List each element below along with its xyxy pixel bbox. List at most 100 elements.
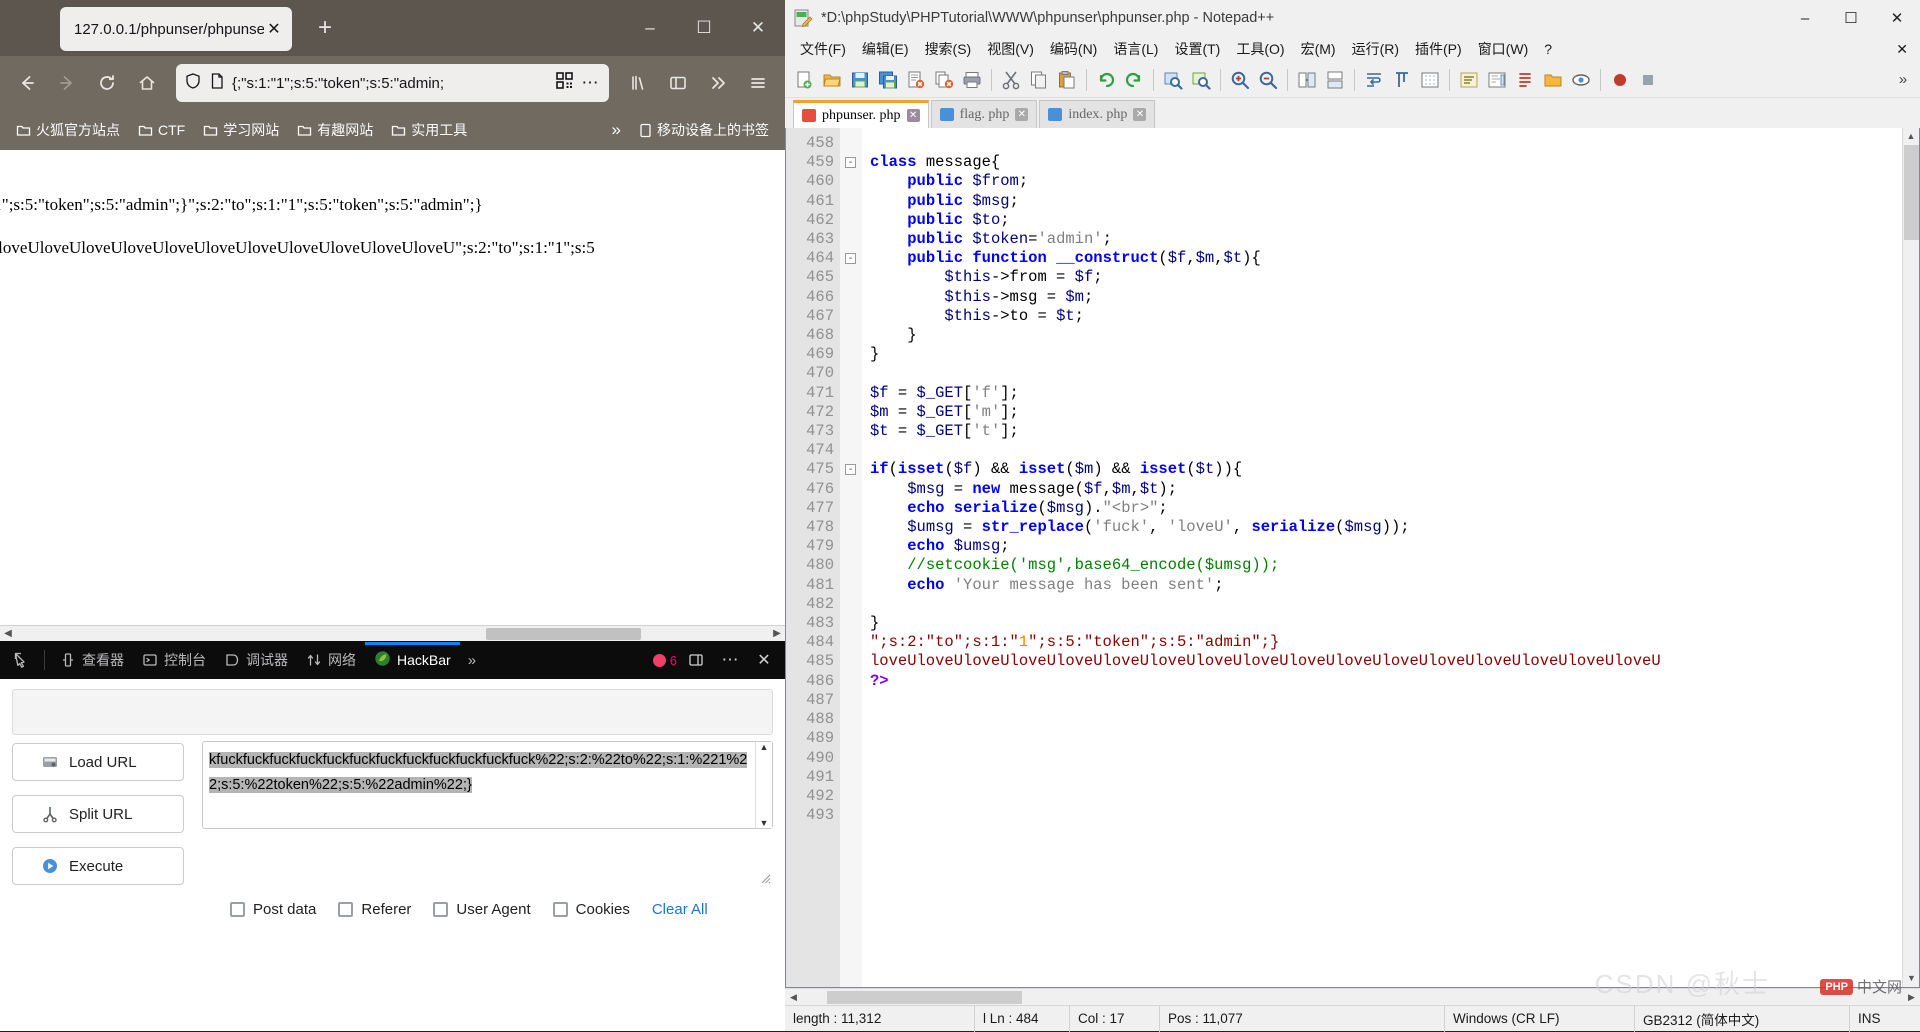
notepad-tab-flag[interactable]: flag. php ✕ [930,100,1038,128]
scroll-up-icon[interactable]: ▲ [756,742,773,752]
menu-help[interactable]: ? [1537,39,1559,59]
monitoring-icon[interactable] [1568,67,1594,93]
find-icon[interactable] [1160,67,1186,93]
close-tab-icon[interactable]: ✕ [1015,108,1029,121]
mobile-bookmarks-item[interactable]: 移动设备上的书签 [633,117,775,143]
scroll-up-icon[interactable]: ▲ [1903,128,1919,145]
devtools-menu-icon[interactable]: ⋯ [715,646,745,674]
bookmark-item[interactable]: 火狐官方站点 [10,117,126,143]
split-url-button[interactable]: Split URL [12,795,184,833]
document-map-icon[interactable] [1484,67,1510,93]
indent-guide-icon[interactable] [1417,67,1443,93]
element-picker-icon[interactable] [6,651,38,669]
checkbox-icon[interactable] [552,902,568,917]
devtools-overflow-icon[interactable]: » [460,652,484,669]
bookmark-item[interactable]: 实用工具 [385,117,473,143]
url-bar[interactable]: ;s:1:"1";s:5:"token";s:5:"admin";} ⋯ [176,64,609,102]
devtools-tab-inspector[interactable]: 查看器 [51,642,133,678]
close-icon[interactable]: ✕ [264,19,284,39]
fold-toggle-icon[interactable]: - [845,157,856,169]
maximize-icon[interactable]: ☐ [677,0,731,56]
menu-language[interactable]: 语言(L) [1106,37,1165,61]
menu-window[interactable]: 窗口(W) [1471,37,1536,61]
sidebar-icon[interactable] [659,64,697,102]
menu-search[interactable]: 搜索(S) [918,37,979,61]
load-url-button[interactable]: Load URL [12,743,184,781]
menu-file[interactable]: 文件(F) [793,37,853,61]
redo-icon[interactable] [1121,67,1147,93]
checkbox-icon[interactable] [230,902,245,917]
open-file-icon[interactable] [819,67,845,93]
new-file-icon[interactable] [791,67,817,93]
bookmark-item[interactable]: 有趣网站 [291,117,379,143]
zoom-in-icon[interactable] [1227,67,1253,93]
function-list-icon[interactable] [1512,67,1538,93]
copy-icon[interactable] [1026,67,1052,93]
scrollbar-track[interactable] [16,626,769,642]
devtools-tab-console[interactable]: 控制台 [133,642,215,678]
user-defined-lang-icon[interactable] [1456,67,1482,93]
menu-tools[interactable]: 工具(O) [1229,37,1291,61]
dock-toggle-icon[interactable] [681,646,711,674]
execute-button[interactable]: Execute [12,847,184,885]
checkbox-referer[interactable]: Referer [338,901,411,918]
sync-vertical-icon[interactable] [1294,67,1320,93]
hackbar-url-bar[interactable] [12,689,773,735]
devtools-tab-debugger[interactable]: 调试器 [215,642,297,678]
toolbar-overflow-icon[interactable]: » [1890,67,1916,93]
checkbox-icon[interactable] [338,902,354,917]
fold-toggle-icon[interactable]: - [845,253,856,265]
scroll-down-icon[interactable]: ▼ [1903,970,1919,987]
scrollbar-thumb[interactable] [827,990,1022,1004]
app-menu-icon[interactable] [739,64,777,102]
save-all-icon[interactable] [875,67,901,93]
scroll-down-icon[interactable]: ▼ [756,818,773,828]
shield-icon[interactable] [184,72,202,95]
minimize-icon[interactable]: – [1782,0,1828,36]
hackbar-textarea[interactable]: kfuckfuckfuckfuckfuckfuckfuckfuckfuckfuc… [202,741,773,829]
close-tab-icon[interactable]: ✕ [1133,108,1147,121]
minimize-icon[interactable]: – [623,0,677,56]
reload-icon[interactable] [88,64,126,102]
stop-macro-icon[interactable] [1635,67,1661,93]
home-icon[interactable] [128,64,166,102]
scroll-right-icon[interactable]: ▶ [1903,992,1920,1003]
library-icon[interactable] [619,64,657,102]
devtools-close-icon[interactable]: ✕ [749,646,779,674]
scrollbar-thumb[interactable] [1904,145,1919,240]
notepad-tab-phpunser[interactable]: phpunser. php ✕ [793,100,929,128]
page-info-icon[interactable] [208,72,226,95]
close-window-icon[interactable]: ✕ [731,0,785,56]
hackbar-textarea-scrollbar[interactable]: ▲ ▼ [755,742,772,828]
close-document-icon[interactable]: ✕ [1889,39,1920,60]
maximize-icon[interactable]: ☐ [1828,0,1874,36]
close-all-icon[interactable] [931,67,957,93]
word-wrap-icon[interactable] [1361,67,1387,93]
bookmark-item[interactable]: CTF [132,119,191,141]
code-fold-gutter[interactable]: - - - [840,128,862,987]
code-text[interactable]: class message{ public $from; public $msg… [862,128,1919,987]
menu-encoding[interactable]: 编码(N) [1043,37,1104,61]
editor-vertical-scrollbar[interactable]: ▲ ▼ [1902,128,1919,987]
close-file-icon[interactable] [903,67,929,93]
show-all-chars-icon[interactable] [1389,67,1415,93]
menu-plugins[interactable]: 插件(P) [1408,37,1469,61]
checkbox-cookies[interactable]: Cookies [552,901,630,918]
error-count-badge[interactable]: 6 [652,653,677,668]
undo-icon[interactable] [1093,67,1119,93]
menu-view[interactable]: 视图(V) [980,37,1041,61]
close-tab-icon[interactable]: ✕ [906,109,920,122]
devtools-tab-network[interactable]: 网络 [297,642,365,678]
scroll-left-icon[interactable]: ◀ [785,992,802,1003]
menu-settings[interactable]: 设置(T) [1167,37,1227,61]
bookmarks-overflow-icon[interactable]: » [606,117,627,143]
clear-all-link[interactable]: Clear All [652,901,708,918]
fold-toggle-icon[interactable]: - [845,464,856,476]
browser-tab[interactable]: 127.0.0.1/phpunser/phpunser.php ✕ [60,7,292,51]
checkbox-user-agent[interactable]: User Agent [433,901,531,918]
chevron-double-right-icon[interactable] [699,64,737,102]
close-window-icon[interactable]: ✕ [1874,0,1920,36]
more-actions-icon[interactable]: ⋯ [579,73,601,93]
devtools-tab-hackbar[interactable]: HackBar [365,642,460,678]
new-tab-button[interactable]: + [310,14,340,44]
